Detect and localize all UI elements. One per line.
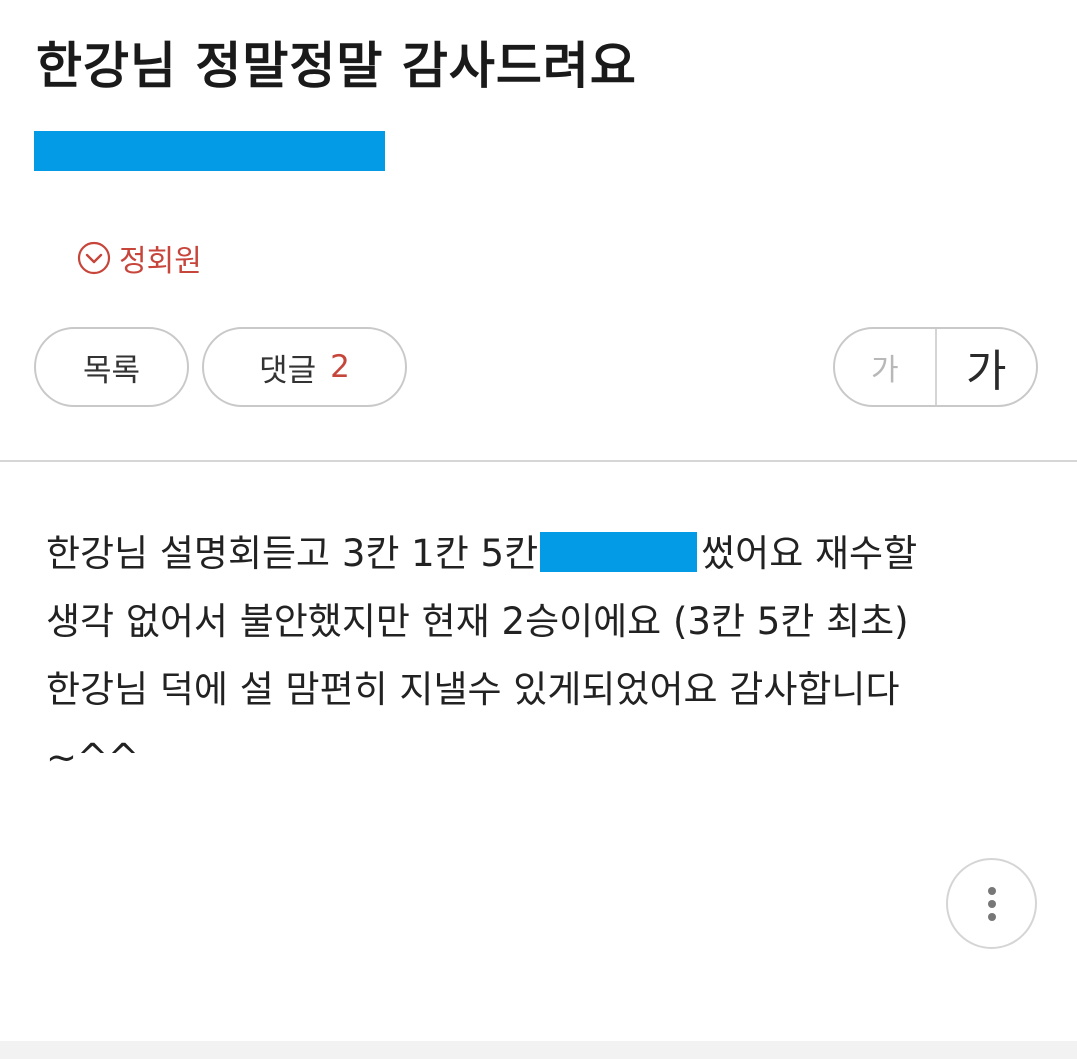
post-body-text: 한강님 설명회듣고 3칸 1칸 5칸 [46,532,539,575]
list-button-label: 목록 [82,352,141,389]
redacted-text [540,532,698,572]
chevron-down-circle-icon [77,241,111,275]
font-size-decrease-label: 가 [870,353,899,388]
member-badge[interactable]: 정회원 [77,236,202,280]
member-badge-label: 정회원 [119,244,202,279]
post-body-line: 한강님 덕에 설 맘편히 지낼수 있게되었어요 감사합니다 [46,668,900,711]
list-button[interactable]: 목록 [34,327,189,407]
font-size-increase-button[interactable]: 가 [937,329,1037,405]
comment-button-label: 댓글 [259,352,317,389]
redacted-author-name [34,131,385,171]
post-body-line: 한강님 설명회듣고 3칸 1칸 5칸 썼어요 재수할 [46,520,1046,588]
post-title: 한강님 정말정말 감사드려요 [36,37,637,95]
comment-button[interactable]: 댓글 2 [202,327,407,407]
more-options-button[interactable] [946,858,1037,949]
font-size-control: 가 가 [833,327,1038,407]
post-body-line: ~^^ [46,736,140,779]
comment-count: 2 [330,349,350,385]
post-body: 한강님 설명회듣고 3칸 1칸 5칸 썼어요 재수할 생각 없어서 불안했지만 현… [46,520,1046,792]
more-vertical-icon [987,899,996,908]
post-body-text: 썼어요 재수할 [701,532,918,575]
header-divider [0,460,1077,462]
more-vertical-icon [987,912,996,921]
post-body-line: 생각 없어서 불안했지만 현재 2승이에요 (3칸 5칸 최초) [46,600,909,643]
font-size-decrease-button[interactable]: 가 [835,329,937,405]
font-size-increase-label: 가 [966,346,1007,397]
more-vertical-icon [987,886,996,895]
bottom-separator [0,1041,1077,1059]
